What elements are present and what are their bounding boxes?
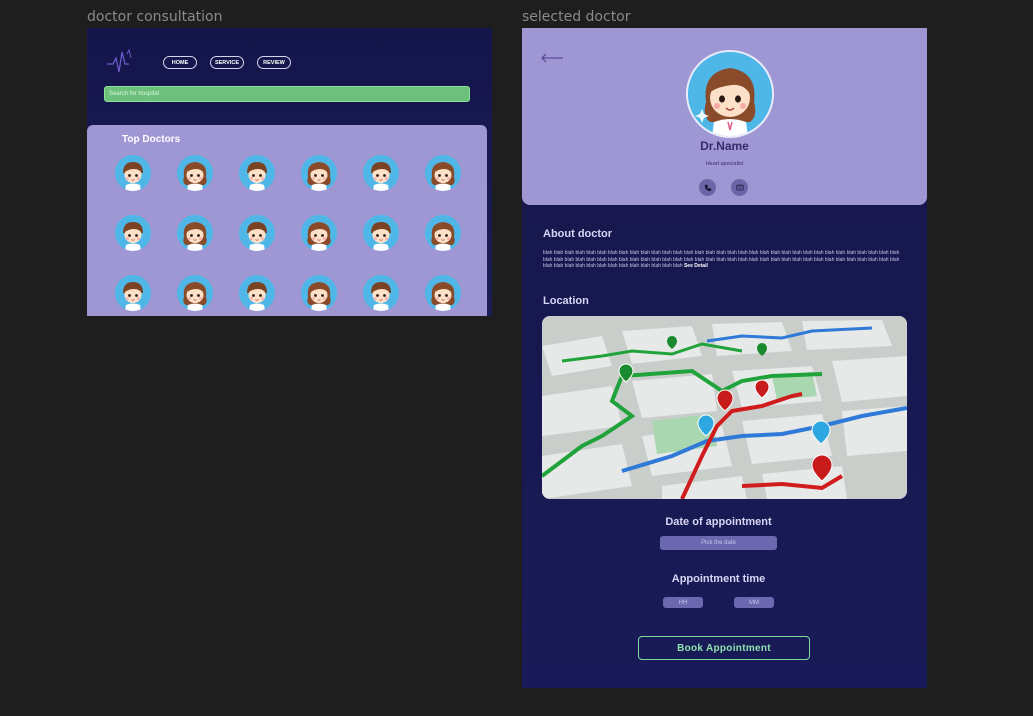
doctor-avatar-illustration [425,275,461,311]
doctor-card[interactable] [115,155,151,191]
doctor-avatar-illustration [177,215,213,251]
doctor-avatar-illustration [425,215,461,251]
date-of-appointment-title: Date of appointment [665,516,772,528]
doctor-avatar-illustration [363,215,399,251]
doctor-card[interactable] [425,215,461,251]
doctor-specialty: Heart specialist [705,161,744,167]
message-icon [735,184,744,190]
doctor-card[interactable] [177,275,213,311]
doctor-avatar [686,50,774,138]
top-doctors-title: Top Doctors [122,134,181,145]
doctor-avatar-illustration [239,155,275,191]
minute-input[interactable]: MM [734,597,774,608]
doctor-avatar-illustration [115,215,151,251]
doctor-avatar-illustration [363,155,399,191]
message-button[interactable] [731,179,748,196]
doctor-card[interactable] [363,275,399,311]
about-body: blah blah blah blah blah blah blah blah … [543,250,900,269]
doctor-card[interactable] [363,215,399,251]
doctor-card[interactable] [425,155,461,191]
doctor-avatar-illustration [115,275,151,311]
appointment-time-title: Appointment time [671,573,766,585]
doctor-card[interactable] [177,155,213,191]
location-map[interactable] [542,316,907,499]
location-title: Location [543,295,589,307]
doctor-avatar-illustration [239,275,275,311]
nav-home-button[interactable]: HOME [163,56,197,69]
doctor-card[interactable] [363,155,399,191]
doctor-avatar-illustration [239,215,275,251]
hour-input[interactable]: HH [663,597,703,608]
doctor-name: Dr.Name [700,139,749,153]
selected-doctor-screen: Dr.Name Heart specialist About doctor bl… [522,28,927,688]
doctor-card[interactable] [177,215,213,251]
doctor-avatar-illustration [301,275,337,311]
doctor-card[interactable] [301,275,337,311]
about-doctor-title: About doctor [543,228,613,240]
doctor-card[interactable] [115,275,151,311]
doctor-avatar-illustration [425,155,461,191]
doctor-card[interactable] [239,275,275,311]
about-doctor-text: blah blah blah blah blah blah blah blah … [543,250,907,270]
doctor-illustration [688,52,772,136]
phone-icon [704,184,711,191]
frame-label-selected: selected doctor [522,9,631,25]
doctor-card[interactable] [239,155,275,191]
back-arrow-icon[interactable] [540,52,564,64]
logo-heartbeat-icon [107,48,132,73]
doctor-card[interactable] [425,275,461,311]
profile-card: Dr.Name Heart specialist [522,28,927,205]
doctor-avatar-illustration [301,215,337,251]
doctor-card[interactable] [301,155,337,191]
map-illustration [542,316,907,499]
doctor-card[interactable] [239,215,275,251]
doctor-avatar-illustration [115,155,151,191]
top-doctors-panel: Top Doctors [87,125,487,316]
doctor-avatar-illustration [177,275,213,311]
doctor-avatar-illustration [363,275,399,311]
nav-service-button[interactable]: SERVICE [210,56,244,69]
doctor-card[interactable] [115,215,151,251]
date-picker-input[interactable]: Pick the date [660,536,777,550]
doctor-avatar-illustration [177,155,213,191]
doctor-avatar-illustration [301,155,337,191]
search-input[interactable]: Search for hospital [104,86,470,102]
doctor-consultation-screen: HOME SERVICE REVIEW Search for hospital … [87,28,492,316]
see-detail-link[interactable]: See Detail [684,263,708,269]
doctor-card[interactable] [301,215,337,251]
nav-review-button[interactable]: REVIEW [257,56,291,69]
call-button[interactable] [699,179,716,196]
book-appointment-button[interactable]: Book Appointment [638,636,810,660]
frame-label-consultation: doctor consultation [87,9,223,25]
